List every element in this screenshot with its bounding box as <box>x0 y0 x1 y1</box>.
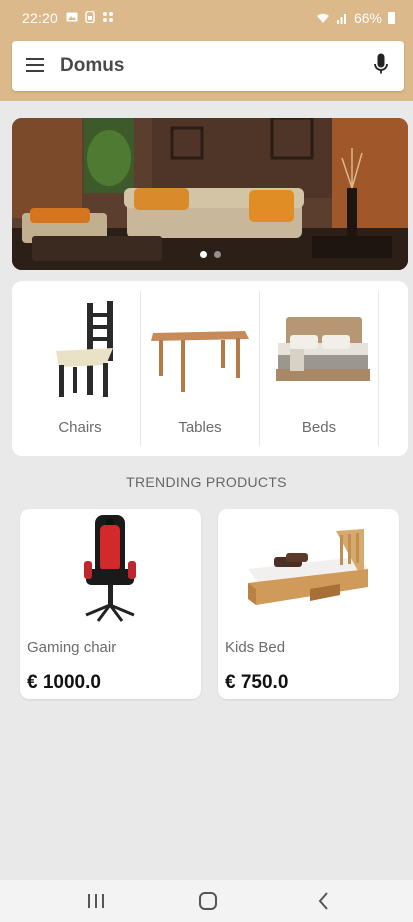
grid-icon <box>102 10 114 22</box>
pagination-dot[interactable] <box>214 251 221 258</box>
menu-icon[interactable] <box>26 58 44 72</box>
mic-icon[interactable] <box>374 53 388 77</box>
wifi-icon <box>316 13 329 23</box>
status-right: 66% <box>316 10 395 26</box>
gaming-chair-image <box>84 515 136 622</box>
bed-image <box>276 317 370 381</box>
sim-icon <box>84 10 96 24</box>
signal-icon <box>336 14 346 24</box>
status-bar: 22:20 66% <box>0 0 413 34</box>
living-room-image <box>12 118 408 270</box>
status-time: 22:20 <box>22 10 59 26</box>
product-name: Gaming chair <box>27 639 117 656</box>
battery-percent: 66% <box>353 10 382 26</box>
banner-pagination <box>200 251 221 258</box>
categories-card: Chairs Tables Beds <box>12 281 408 456</box>
system-nav-bar <box>0 880 413 922</box>
promo-banner[interactable] <box>12 118 408 270</box>
recent-apps-icon[interactable] <box>84 890 108 912</box>
category-label: Beds <box>301 419 337 436</box>
category-beds[interactable]: Beds <box>260 281 378 456</box>
product-price: € 1000.0 <box>27 672 101 693</box>
category-tables[interactable]: Tables <box>141 281 259 456</box>
divider <box>378 291 379 446</box>
category-chairs[interactable]: Chairs <box>21 281 139 456</box>
battery-icon <box>388 12 395 24</box>
section-title: TRENDING PRODUCTS <box>126 474 287 490</box>
home-icon[interactable] <box>196 890 220 912</box>
notification-icons <box>66 10 114 24</box>
category-label: Chairs <box>58 419 102 436</box>
app-header-band: 22:20 66% Domus <box>0 0 413 101</box>
top-app-bar: Domus <box>12 41 404 91</box>
back-icon[interactable] <box>312 890 336 912</box>
product-name: Kids Bed <box>225 639 286 656</box>
category-label: Tables <box>178 419 222 436</box>
product-card-gaming-chair[interactable]: Gaming chair € 1000.0 <box>20 509 201 699</box>
pagination-dot-active[interactable] <box>200 251 207 258</box>
app-title: Domus <box>60 55 125 76</box>
product-card-kids-bed[interactable]: Kids Bed € 750.0 <box>218 509 399 699</box>
image-icon <box>66 10 78 22</box>
kids-bed-image <box>248 529 368 605</box>
product-price: € 750.0 <box>225 672 289 693</box>
table-image <box>151 331 249 392</box>
chair-image <box>56 301 113 397</box>
